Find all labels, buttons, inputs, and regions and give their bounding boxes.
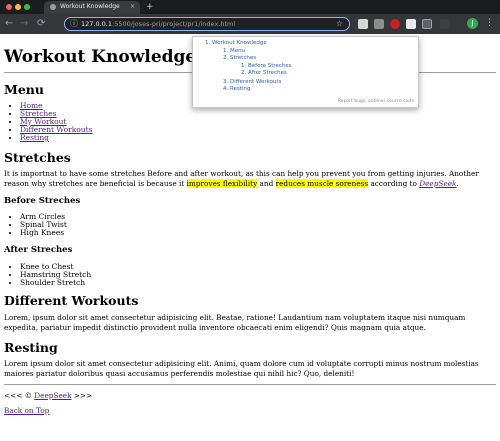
outline-label: Resting (230, 86, 251, 92)
outline-number: 4. (223, 86, 229, 92)
outline-number: 1. (205, 40, 211, 46)
outline-popup: 1. Workout Knowledge 1. Menu 2. Stretche… (192, 36, 419, 108)
stretches-text-2: and (257, 179, 276, 188)
extension-icon[interactable] (390, 19, 400, 29)
outline-label: Menu (230, 48, 246, 54)
reload-icon[interactable]: ⟳ (37, 18, 45, 30)
resting-heading: Resting (4, 340, 58, 355)
highlight-reduces-soreness: reduces muscle soreness (275, 179, 369, 188)
menu-list: Home Stretches My Workout Different Work… (20, 102, 92, 142)
outline-item[interactable]: 1. Before Streches (241, 63, 292, 69)
outline-number: 1. (223, 48, 229, 54)
outline-number: 3. (223, 79, 229, 85)
extensions-puzzle-icon[interactable] (422, 19, 432, 29)
sidepanel-icon[interactable] (440, 19, 450, 29)
url-path: :5500/joses-pri/project/pr1/index.html (112, 20, 236, 28)
url-host: 127.0.0.1 (81, 20, 113, 28)
outline-footer-links[interactable]: Report bugs, outliner source code (338, 99, 414, 104)
after-stretches-list: Knee to Chest Hamstring Stretch Shoulder… (20, 263, 91, 287)
outline-label: Before Streches (248, 63, 292, 69)
back-to-top: Back on Top (4, 406, 49, 415)
browser-toolbar: ← → ⟳ ⓘ 127.0.0.1:5500/joses-pri/project… (0, 14, 500, 34)
outline-number: 1. (241, 63, 247, 69)
forward-arrow-icon[interactable]: → (20, 18, 28, 30)
outline-item[interactable]: 4. Resting (223, 86, 251, 92)
outline-item[interactable]: 1. Menu (223, 48, 245, 54)
extension-icon[interactable] (374, 19, 384, 29)
extension-icon[interactable] (358, 19, 368, 29)
menu-heading: Menu (4, 82, 44, 97)
different-workouts-paragraph: Lorem, ipsum dolor sit amet consectetur … (4, 313, 466, 332)
outline-item[interactable]: 3. Different Workouts (223, 79, 281, 85)
site-info-icon[interactable]: ⓘ (70, 19, 78, 29)
list-item: Shoulder Stretch (20, 279, 91, 287)
tab-workout-knowledge[interactable]: Workout Knowledge × (44, 1, 140, 14)
browser-menu-icon[interactable]: ⋮ (485, 17, 494, 29)
divider (4, 384, 496, 385)
outline-label: Different Workouts (230, 79, 282, 85)
deepseek-source-link[interactable]: DeepSeek (419, 179, 456, 188)
tab-bar: Workout Knowledge × + (0, 0, 500, 14)
url-text[interactable]: 127.0.0.1:5500/joses-pri/project/pr1/ind… (81, 20, 235, 28)
outline-item[interactable]: 2. After Streches (241, 70, 287, 76)
outline-item[interactable]: 2. Stretches (223, 55, 256, 61)
list-item: High Knees (20, 229, 67, 237)
different-workouts-heading: Different Workouts (4, 293, 139, 308)
footer-deepseek-link[interactable]: DeepSeek (34, 391, 71, 400)
footer-credit: <<< © DeepSeek >>> (4, 391, 92, 400)
back-to-top-link[interactable]: Back on Top (4, 406, 49, 415)
back-arrow-icon[interactable]: ← (5, 18, 13, 30)
stretches-text-end: . (456, 179, 459, 188)
outline-number: 2. (241, 70, 247, 76)
before-stretches-list: Arm Circles Spinal Twist High Knees (20, 213, 67, 237)
address-bar[interactable]: ⓘ 127.0.0.1:5500/joses-pri/project/pr1/i… (64, 17, 350, 31)
bookmark-star-icon[interactable]: ☆ (336, 19, 343, 29)
outline-number: 2. (223, 55, 229, 61)
after-stretches-heading: After Streches (4, 245, 73, 255)
outline-label: Stretches (230, 55, 257, 61)
globe-icon (50, 4, 56, 10)
outline-item[interactable]: 1. Workout Knowledge (205, 40, 267, 46)
footer-prefix: <<< © (4, 391, 35, 400)
new-tab-button[interactable]: + (146, 1, 154, 13)
browser-chrome: Workout Knowledge × + ← → ⟳ ⓘ 127.0.0.1:… (0, 0, 500, 34)
footer-suffix: >>> (71, 391, 93, 400)
tab-title: Workout Knowledge (60, 3, 120, 10)
stretches-heading: Stretches (4, 150, 71, 165)
page-title: Workout Knowledge (4, 47, 197, 67)
profile-avatar[interactable]: J (467, 18, 478, 29)
stretches-paragraph: It is importnat to have some stretches B… (4, 169, 496, 189)
list-item: Resting (20, 134, 92, 142)
before-stretches-heading: Before Streches (4, 196, 81, 206)
outline-label: After Streches (248, 70, 287, 76)
highlight-improves-flexibility: improves flexibility (186, 179, 258, 188)
tab-close-icon[interactable]: × (130, 3, 135, 10)
maximize-window-button[interactable] (24, 4, 30, 10)
outline-label: Workout Knowledge (212, 40, 267, 46)
resting-paragraph: Lorem ipsum dolor sit amet consectetur a… (4, 359, 479, 378)
minimize-window-button[interactable] (15, 4, 21, 10)
menu-link-resting[interactable]: Resting (20, 133, 49, 142)
close-window-button[interactable] (6, 4, 12, 10)
outliner-extension-icon[interactable] (406, 19, 416, 29)
stretches-text-3: according to (368, 179, 420, 188)
